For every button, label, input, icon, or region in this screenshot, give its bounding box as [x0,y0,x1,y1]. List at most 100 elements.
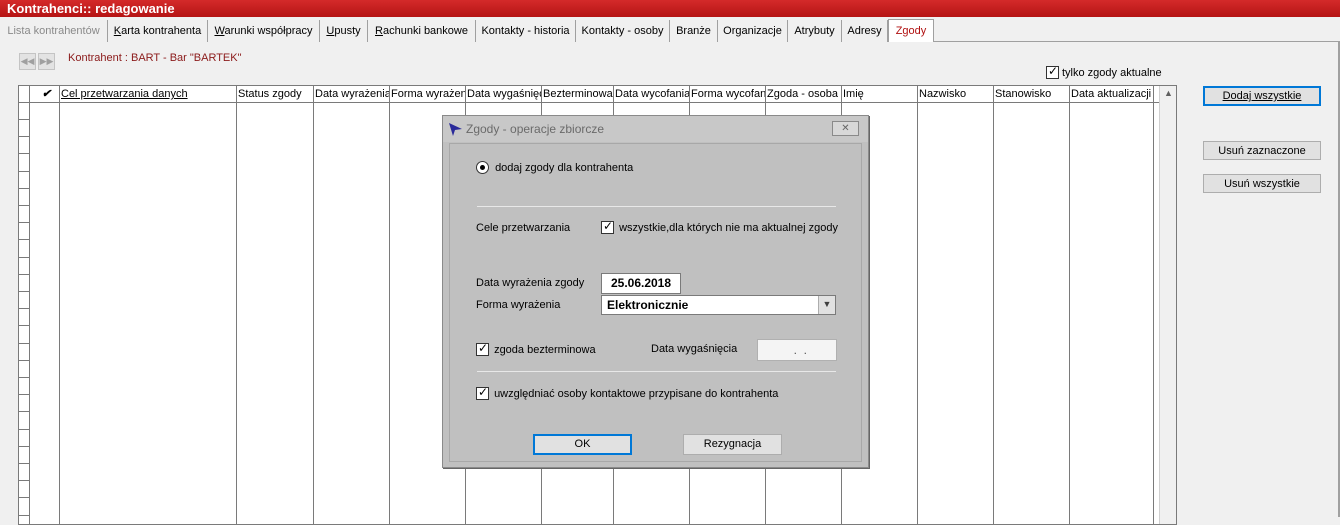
col-status-zgody[interactable]: Status zgody [237,86,313,103]
col-imie[interactable]: Imię [842,86,918,103]
tab-lista-kontrahentow[interactable]: Lista kontrahentów [0,20,108,42]
checkbox-icon[interactable]: ✓ [476,341,489,356]
row-marker [19,308,29,309]
only-current-toggle[interactable]: ✓ tylko zgody aktualne [1046,64,1162,79]
row-marker [19,429,29,430]
row-marker [19,239,29,240]
row-marker [19,360,29,361]
row-marker [19,480,29,481]
tab-warunki-wspolpracy[interactable]: Warunki współpracy [208,20,320,42]
row-marker [19,119,29,120]
include-contacts-label: uwzględniać osoby kontaktowe przypisane … [494,387,779,400]
col-zgoda-osoba[interactable]: Zgoda - osoba kontaktowa [766,86,842,103]
close-icon[interactable]: ✕ [832,121,859,136]
indefinite-toggle[interactable]: ✓ zgoda bezterminowa [476,341,596,356]
scroll-up-icon[interactable]: ▲ [1164,88,1173,98]
expiry-date-label: Data wygaśnięcia [651,343,738,355]
grid-divider [29,86,30,524]
row-marker [19,205,29,206]
row-marker [19,153,29,154]
chevron-down-icon[interactable]: ▼ [818,296,835,314]
form-select-value: Elektronicznie [607,298,689,312]
grid-divider [1069,86,1070,524]
row-marker [19,136,29,137]
tab-zgody[interactable]: Zgody [888,19,934,42]
dialog-title: Zgody - operacje zbiorcze ✕ [443,116,868,142]
tab-organizacje[interactable]: Organizacje [718,20,788,42]
only-current-label: tylko zgody aktualne [1062,66,1162,79]
col-data-wygasniecia[interactable]: Data wygaśnięcia [466,86,542,103]
add-all-label: Dodaj wszystkie [1222,90,1302,102]
add-consents-radio-row[interactable]: dodaj zgody dla kontrahenta [476,161,633,174]
tab-kontakty-osoby[interactable]: Kontakty - osoby [576,20,670,42]
col-cel-przetwarzania[interactable]: Cel przetwarzania danych [60,86,236,103]
dialog-title-text: Zgody - operacje zbiorcze [466,122,605,136]
checkbox-icon[interactable]: ✓ [601,219,614,234]
radio-icon[interactable] [476,161,489,174]
row-marker [19,188,29,189]
consent-date-field[interactable]: 25.06.2018 [601,273,681,294]
row-marker [19,171,29,172]
col-bezterminowa[interactable]: Bezterminowa [542,86,614,103]
grid-divider [236,86,237,524]
grid-divider [313,86,314,524]
cancel-button[interactable]: Rezygnacja [683,434,782,455]
form-select[interactable]: Elektronicznie ▼ [601,295,836,315]
checkbox-icon[interactable]: ✓ [476,385,489,400]
dialog-body: dodaj zgody dla kontrahenta Cele przetwa… [449,143,862,462]
grid-divider [389,86,390,524]
col-data-wyrazenia[interactable]: Data wyrażenia [314,86,390,103]
ok-button[interactable]: OK [533,434,632,455]
row-marker [19,343,29,344]
checkbox-icon[interactable]: ✓ [1046,64,1059,79]
row-marker [19,325,29,326]
row-marker [19,377,29,378]
row-marker [19,497,29,498]
all-purposes-toggle[interactable]: ✓ wszystkie,dla których nie ma aktualnej… [601,219,838,234]
separator [477,206,836,207]
col-data-wycofania[interactable]: Data wycofania [614,86,690,103]
tab-kontakty-historia[interactable]: Kontakty - historia [476,20,576,42]
contractor-label: Kontrahent : BART - Bar "BARTEK" [68,52,242,64]
add-consents-radio-label: dodaj zgody dla kontrahenta [495,161,634,174]
grid-divider [993,86,994,524]
form-label: Forma wyrażenia [476,299,561,311]
last-record-icon[interactable]: ▶▶ [38,53,55,70]
tab-atrybuty[interactable]: Atrybuty [788,20,842,42]
tab-upusty[interactable]: Upusty [320,20,368,42]
row-marker [19,257,29,258]
consent-date-label: Data wyrażenia zgody [476,277,585,289]
row-marker [19,446,29,447]
add-all-button[interactable]: Dodaj wszystkie [1203,86,1321,106]
row-marker [19,274,29,275]
row-marker [19,463,29,464]
first-record-icon[interactable]: ◀◀ [19,53,36,70]
tab-branze[interactable]: Branże [670,20,718,42]
col-forma-wycofania[interactable]: Forma wycofania [690,86,766,103]
row-marker [19,222,29,223]
purposes-label: Cele przetwarzania [476,222,571,234]
indefinite-label: zgoda bezterminowa [494,343,596,356]
tab-rachunki-bankowe[interactable]: Rachunki bankowe [368,20,476,42]
separator [477,371,836,372]
bulk-consents-dialog: Zgody - operacje zbiorcze ✕ dodaj zgody … [442,115,869,468]
vertical-scrollbar[interactable]: ▲ [1159,86,1176,524]
include-contacts-toggle[interactable]: ✓ uwzględniać osoby kontaktowe przypisan… [476,385,779,400]
expiry-date-field[interactable]: . . [757,339,837,361]
row-marker [19,411,29,412]
grid-header: ✔ Cel przetwarzania danych Status zgody … [19,86,1160,103]
row-marker [19,291,29,292]
check-column-header[interactable]: ✔ [39,86,53,103]
tab-karta-kontrahenta[interactable]: Karta kontrahenta [108,20,208,42]
col-forma-wyrazenia[interactable]: Forma wyrażenia [390,86,466,103]
row-marker [19,394,29,395]
grid-divider [1153,86,1154,524]
col-nazwisko[interactable]: Nazwisko [918,86,994,103]
remove-selected-button[interactable]: Usuń zaznaczone [1203,141,1321,160]
tab-adresy[interactable]: Adresy [842,20,888,42]
col-data-aktualizacji[interactable]: Data aktualizacji [1070,86,1154,103]
col-stanowisko[interactable]: Stanowisko [994,86,1070,103]
window-title: Kontrahenci:: redagowanie [0,0,1340,17]
remove-all-button[interactable]: Usuń wszystkie [1203,174,1321,193]
grid-divider [59,86,60,524]
